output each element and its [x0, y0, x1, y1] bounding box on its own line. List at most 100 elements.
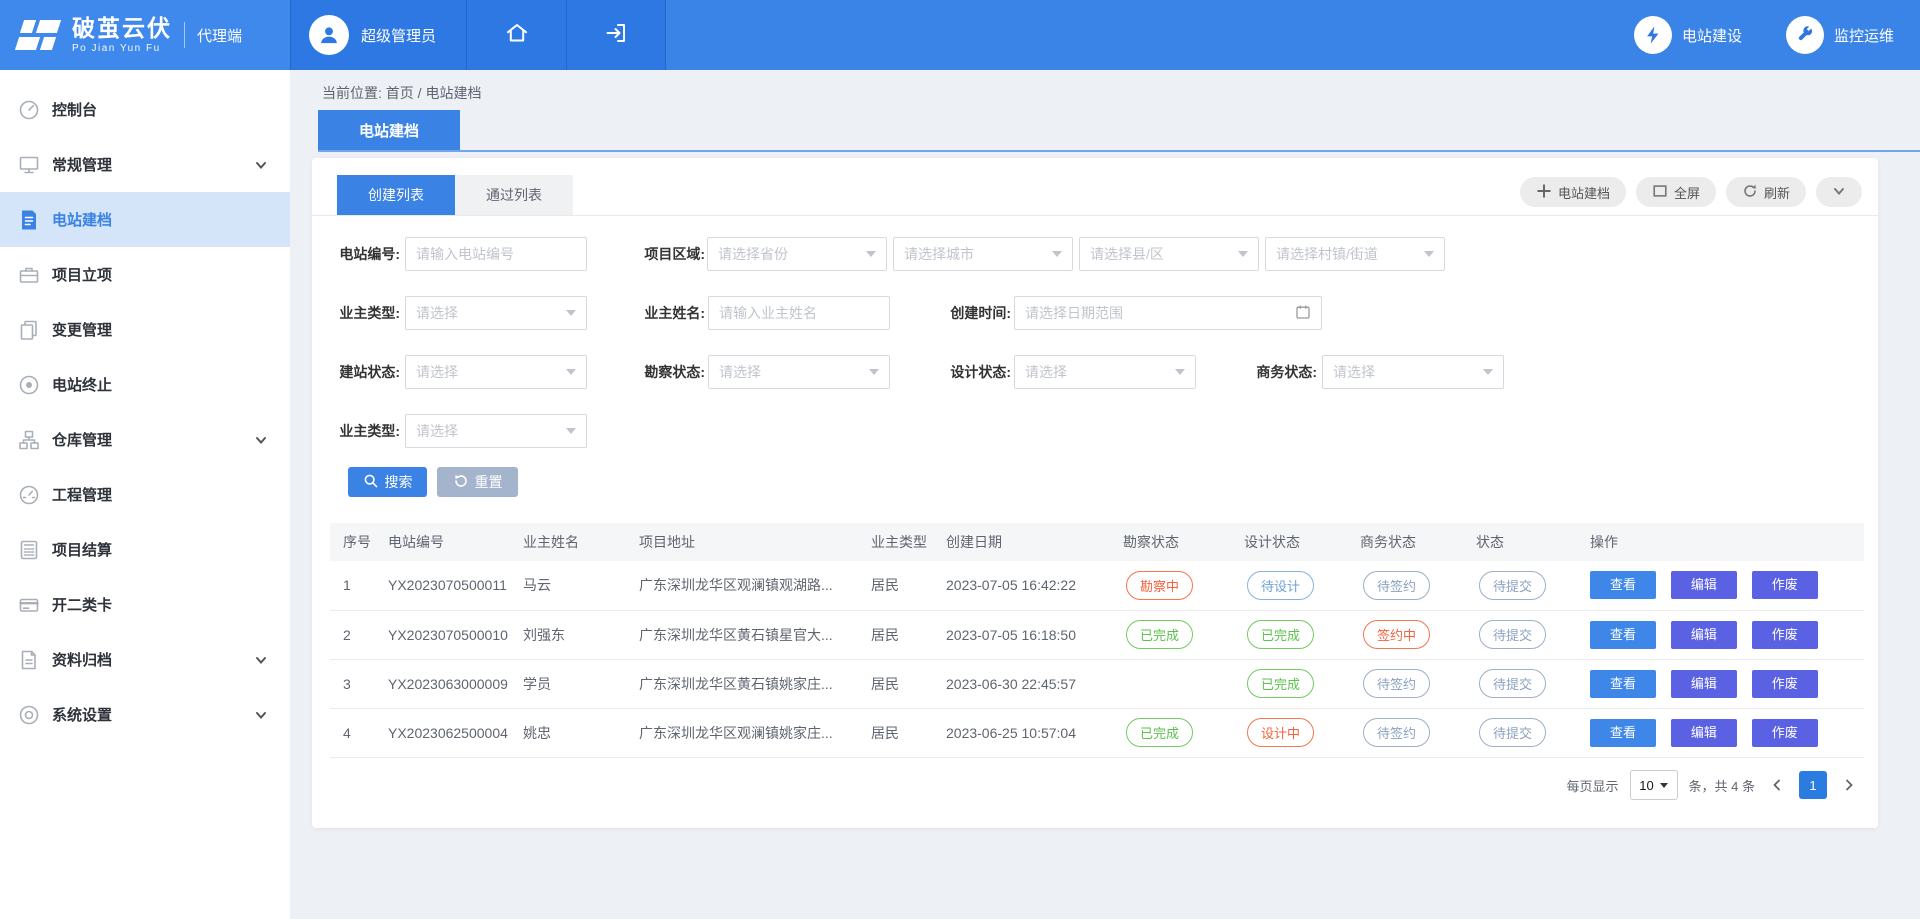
edit-button[interactable]: 编辑: [1671, 719, 1737, 747]
prev-page-button[interactable]: [1766, 771, 1788, 799]
user-menu[interactable]: 超级管理员: [290, 0, 466, 70]
refresh-button[interactable]: 刷新: [1726, 177, 1806, 207]
date-range-picker[interactable]: 请选择日期范围: [1014, 296, 1322, 330]
settings-icon: [18, 704, 40, 726]
edit-button[interactable]: 编辑: [1671, 571, 1737, 599]
topnav-build-label: 电站建设: [1682, 25, 1742, 46]
business-status-select[interactable]: 请选择: [1322, 355, 1504, 389]
status-badge: 已完成: [1126, 718, 1193, 747]
col-business: 商务状态: [1347, 523, 1463, 561]
sidebar-item-station-termination[interactable]: 电站终止: [0, 357, 290, 412]
build-status-select[interactable]: 请选择: [405, 355, 587, 389]
sidebar-item-warehouse-mgmt[interactable]: 仓库管理: [0, 412, 290, 467]
chevron-down-icon: [254, 653, 268, 667]
void-button[interactable]: 作废: [1752, 719, 1818, 747]
fullscreen-button[interactable]: 全屏: [1636, 177, 1716, 207]
sidebar-item-station-archive[interactable]: 电站建档: [0, 192, 290, 247]
sidebar-item-data-archive[interactable]: 资料归档: [0, 632, 290, 687]
view-button[interactable]: 查看: [1590, 719, 1656, 747]
search-button[interactable]: 搜索: [348, 467, 427, 497]
reset-button[interactable]: 重置: [437, 467, 518, 497]
sidebar: 控制台 常规管理 电站建档 项目立项 变更管理 电站终止 仓库管理: [0, 70, 290, 919]
logout-button[interactable]: [566, 0, 666, 70]
station-no-label: 电站编号:: [322, 237, 400, 271]
city-select[interactable]: 请选择城市: [893, 237, 1073, 271]
sidebar-item-change-mgmt[interactable]: 变更管理: [0, 302, 290, 357]
caret-down-icon: [1483, 369, 1493, 375]
col-actions: 操作: [1577, 523, 1864, 561]
card-divider: [312, 215, 1878, 216]
topnav-item-build[interactable]: 电站建设: [1634, 16, 1742, 54]
col-code: 电站编号: [375, 523, 510, 561]
page-tab-station-archive[interactable]: 电站建档: [318, 110, 460, 150]
sidebar-item-project-settlement[interactable]: 项目结算: [0, 522, 290, 577]
collapse-toolbar-button[interactable]: [1816, 177, 1862, 207]
meter-icon: [18, 484, 40, 506]
sidebar-item-system-settings[interactable]: 系统设置: [0, 687, 290, 742]
design-status-select[interactable]: 请选择: [1014, 355, 1196, 389]
view-button[interactable]: 查看: [1590, 670, 1656, 698]
caret-down-icon: [1175, 369, 1185, 375]
status-badge: 已完成: [1247, 620, 1314, 649]
chevron-down-icon: [254, 158, 268, 172]
sidebar-item-engineering-mgmt[interactable]: 工程管理: [0, 467, 290, 522]
county-select[interactable]: 请选择县/区: [1079, 237, 1259, 271]
next-page-button[interactable]: [1838, 771, 1860, 799]
edit-button[interactable]: 编辑: [1671, 670, 1737, 698]
table-row: 4 YX2023062500004 姚忠 广东深圳龙华区观澜镇姚家庄... 居民…: [330, 708, 1864, 757]
reset-icon: [453, 473, 469, 492]
create-station-button[interactable]: 电站建档: [1520, 177, 1626, 207]
tab-create-list[interactable]: 创建列表: [337, 175, 455, 215]
owner-type2-select[interactable]: 请选择: [405, 414, 587, 448]
chevron-down-icon: [254, 708, 268, 722]
wrench-icon: [1786, 16, 1824, 54]
table-row: 3 YX2023063000009 学员 广东深圳龙华区黄石镇姚家庄... 居民…: [330, 659, 1864, 708]
main-content: 当前位置: 首页 / 电站建档 电站建档 创建列表 通过列表 电站建档 全屏: [290, 70, 1920, 919]
home-button[interactable]: [466, 0, 566, 70]
sidebar-item-project-initiation[interactable]: 项目立项: [0, 247, 290, 302]
sidebar-item-console[interactable]: 控制台: [0, 82, 290, 137]
survey-status-label: 勘察状态:: [627, 355, 705, 389]
status-badge: 待提交: [1479, 718, 1546, 747]
page-tab-strip: 电站建档: [318, 110, 1920, 152]
tab-passed-list[interactable]: 通过列表: [455, 175, 573, 215]
survey-status-select[interactable]: 请选择: [708, 355, 890, 389]
owner-type-label: 业主类型:: [322, 296, 400, 330]
design-status-label: 设计状态:: [933, 355, 1011, 389]
sidebar-item-general-mgmt[interactable]: 常规管理: [0, 137, 290, 192]
status-badge: 待提交: [1479, 571, 1546, 600]
status-badge: 设计中: [1247, 718, 1314, 747]
void-button[interactable]: 作废: [1752, 621, 1818, 649]
lightning-icon: [1634, 16, 1672, 54]
status-badge: 待设计: [1247, 571, 1314, 600]
app-root: 破茧云伏 Po Jian Yun Fu 代理端 超级管理员: [0, 0, 1920, 919]
topnav-item-monitor[interactable]: 监控运维: [1786, 16, 1894, 54]
station-no-input[interactable]: [406, 238, 586, 270]
edit-button[interactable]: 编辑: [1671, 621, 1737, 649]
region-label: 项目区域:: [627, 237, 705, 271]
void-button[interactable]: 作废: [1752, 670, 1818, 698]
status-badge: 待提交: [1479, 669, 1546, 698]
list-card: 创建列表 通过列表 电站建档 全屏 刷新: [312, 158, 1878, 828]
home-icon: [505, 21, 529, 50]
sidebar-item-open-type2-card[interactable]: 开二类卡: [0, 577, 290, 632]
chevron-down-icon: [1832, 184, 1846, 201]
page-size-select[interactable]: 10: [1630, 770, 1678, 800]
caret-down-icon: [566, 428, 576, 434]
owner-name-input-wrap: [708, 296, 890, 330]
owner-name-label: 业主姓名:: [627, 296, 705, 330]
status-badge: 待签约: [1363, 718, 1430, 747]
current-page[interactable]: 1: [1799, 771, 1827, 799]
document-icon: [18, 209, 40, 231]
col-address: 项目地址: [626, 523, 858, 561]
business-status-label: 商务状态:: [1239, 355, 1317, 389]
view-button[interactable]: 查看: [1590, 621, 1656, 649]
target-icon: [18, 374, 40, 396]
village-select[interactable]: 请选择村镇/街道: [1265, 237, 1445, 271]
owner-type-select[interactable]: 请选择: [405, 296, 587, 330]
status-badge: 已完成: [1126, 620, 1193, 649]
void-button[interactable]: 作废: [1752, 571, 1818, 599]
province-select[interactable]: 请选择省份: [707, 237, 887, 271]
view-button[interactable]: 查看: [1590, 571, 1656, 599]
owner-name-input[interactable]: [709, 297, 889, 329]
